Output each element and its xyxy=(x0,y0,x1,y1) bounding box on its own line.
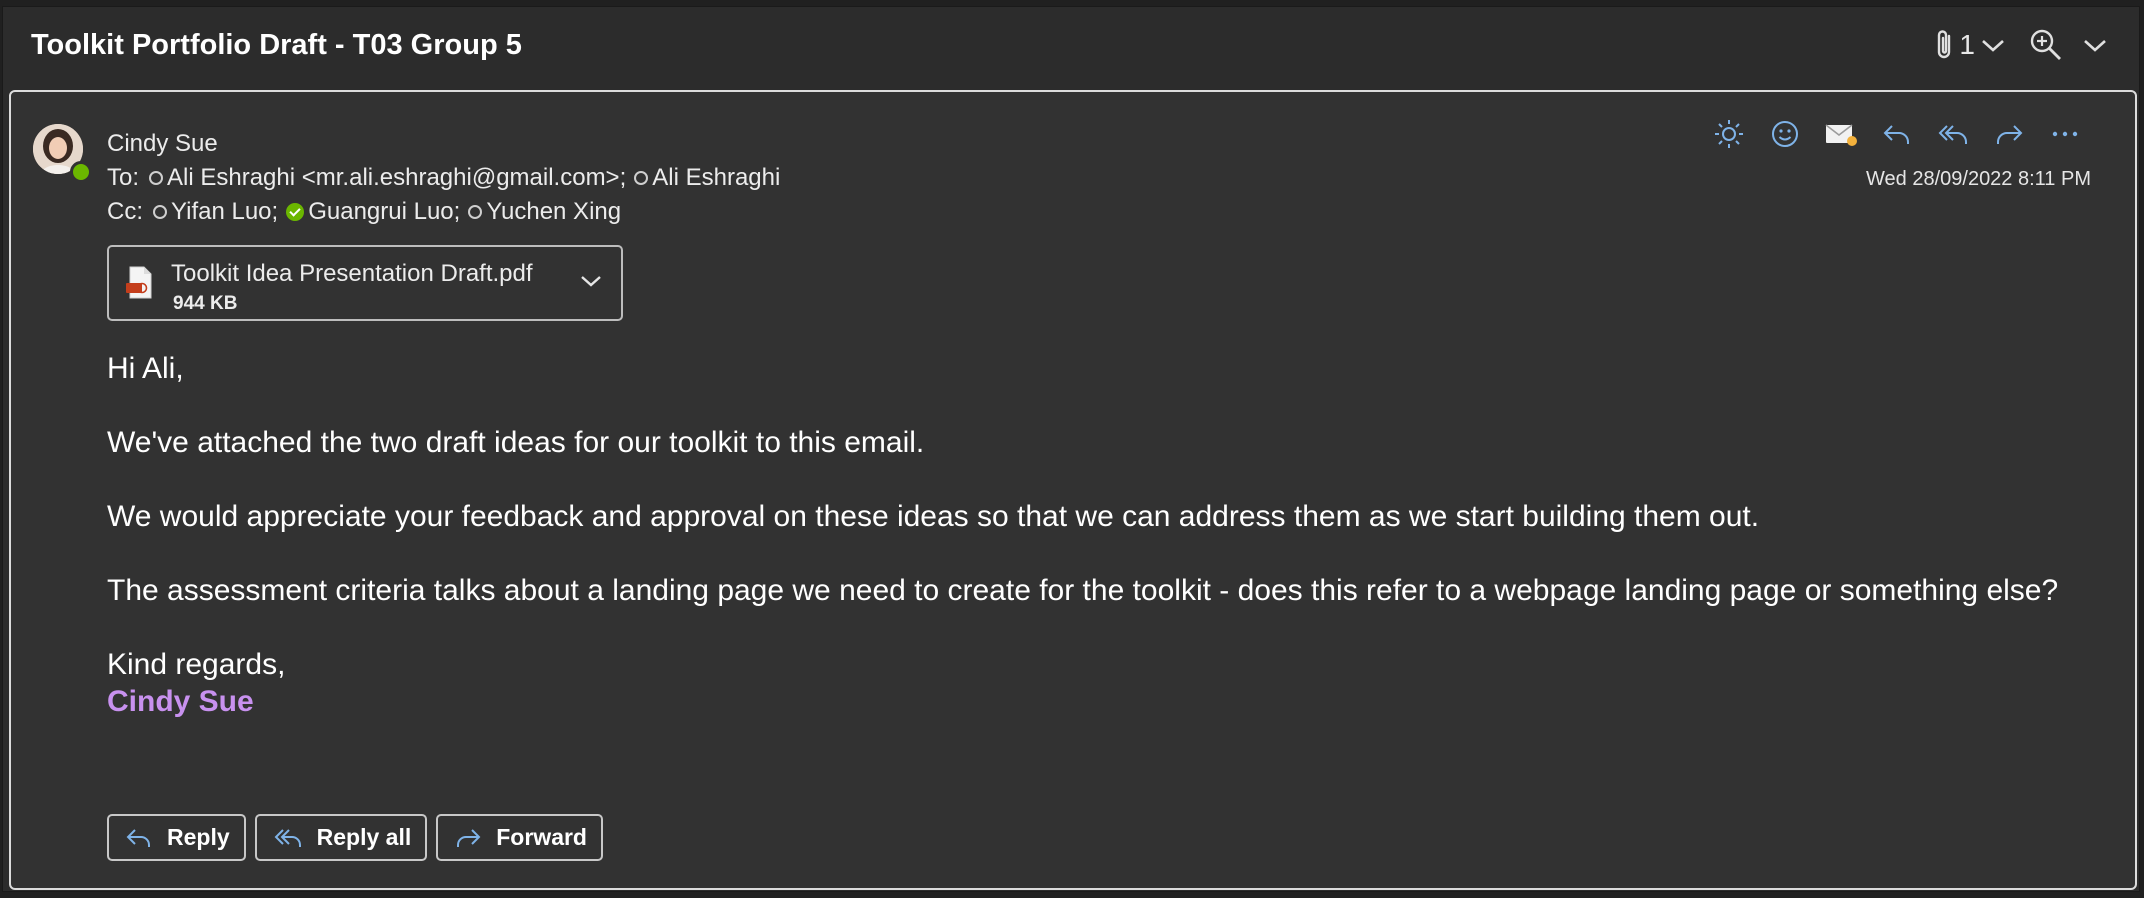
message-card: Cindy Sue To: Ali Eshraghi <mr.ali.eshra… xyxy=(9,90,2137,890)
closing: Kind regards, xyxy=(107,648,286,681)
title-bar: Toolkit Portfolio Draft - T03 Group 5 1 xyxy=(3,7,2139,83)
reply-all-button[interactable]: Reply all xyxy=(254,814,428,861)
to-line: To: Ali Eshraghi <mr.ali.eshraghi@gmail.… xyxy=(107,164,780,192)
sender-name[interactable]: Cindy Sue xyxy=(107,130,218,158)
body-paragraph: We've attached the two draft ideas for o… xyxy=(107,426,925,459)
reply-all-icon xyxy=(274,828,301,847)
pdf-file-icon xyxy=(125,265,155,306)
sun-icon[interactable] xyxy=(1701,114,1757,154)
recipient-cc[interactable]: Guangrui Luo; xyxy=(308,198,460,226)
envelope-icon[interactable] xyxy=(1813,114,1869,154)
title-tools: 1 xyxy=(1933,25,2109,65)
presence-offline-icon xyxy=(468,205,483,219)
reply-button[interactable]: Reply xyxy=(107,814,246,861)
reading-window: Toolkit Portfolio Draft - T03 Group 5 1 xyxy=(2,6,2140,892)
chevron-down-icon[interactable] xyxy=(1979,25,2007,65)
recipient-to[interactable]: Ali Eshraghi xyxy=(652,164,780,192)
forward-icon xyxy=(457,828,481,847)
attachment-size: 944 KB xyxy=(173,293,238,314)
more-icon[interactable] xyxy=(2037,114,2093,154)
to-label: To: xyxy=(107,164,140,191)
presence-offline-icon xyxy=(149,171,164,185)
attachment-name: Toolkit Idea Presentation Draft.pdf xyxy=(171,260,533,287)
reply-icon xyxy=(126,828,150,847)
email-subject: Toolkit Portfolio Draft - T03 Group 5 xyxy=(31,29,522,61)
paperclip-icon[interactable] xyxy=(1933,25,1955,65)
chevron-down-icon[interactable] xyxy=(579,271,603,296)
body-paragraph: The assessment criteria talks about a la… xyxy=(107,574,2059,607)
reply-icon[interactable] xyxy=(1869,114,1925,154)
forward-icon[interactable] xyxy=(1981,114,2037,154)
recipient-to[interactable]: Ali Eshraghi <mr.ali.eshraghi@gmail.com>… xyxy=(167,164,626,192)
reply-all-label: Reply all xyxy=(316,824,412,850)
body-paragraph: We would appreciate your feedback and ap… xyxy=(107,500,1760,533)
presence-available-icon xyxy=(286,203,305,221)
sent-datetime: Wed 28/09/2022 8:11 PM xyxy=(1866,168,2091,190)
reply-label: Reply xyxy=(167,824,230,850)
reply-all-icon[interactable] xyxy=(1925,114,1981,154)
recipient-cc[interactable]: Yifan Luo; xyxy=(171,198,278,226)
message-actions xyxy=(1701,114,2093,154)
presence-offline-icon xyxy=(634,171,649,185)
attachment-count: 1 xyxy=(1959,29,1975,60)
reply-bar: Reply Reply all Forward xyxy=(107,814,612,861)
emoji-icon[interactable] xyxy=(1757,114,1813,154)
recipient-cc[interactable]: Yuchen Xing xyxy=(486,198,621,226)
forward-button[interactable]: Forward xyxy=(436,814,603,861)
collapse-chevron-icon[interactable] xyxy=(2081,25,2109,65)
presence-available-icon xyxy=(70,161,92,183)
cc-line: Cc: Yifan Luo; Guangrui Luo; Yuchen Xing xyxy=(107,198,621,226)
zoom-icon[interactable] xyxy=(2029,25,2063,65)
presence-offline-icon xyxy=(153,205,167,219)
forward-label: Forward xyxy=(496,824,587,850)
attachment-card[interactable]: Toolkit Idea Presentation Draft.pdf 944 … xyxy=(107,245,623,321)
signature-name: Cindy Sue xyxy=(107,685,254,718)
cc-label: Cc: xyxy=(107,198,143,225)
greeting: Hi Ali, xyxy=(107,352,184,385)
email-body: Hi Ali, We've attached the two draft ide… xyxy=(107,350,2087,720)
